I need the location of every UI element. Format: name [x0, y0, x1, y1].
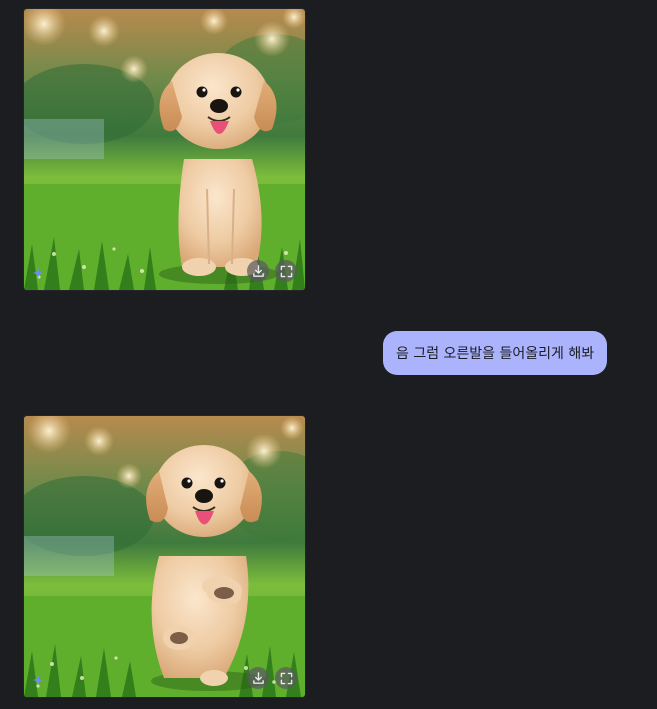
- generated-image-2[interactable]: [24, 416, 305, 697]
- download-button[interactable]: [247, 667, 269, 689]
- fullscreen-icon: [280, 672, 292, 684]
- fullscreen-button[interactable]: [275, 667, 297, 689]
- ai-badge-icon: [33, 268, 43, 278]
- puppy-sitting-image: [24, 9, 305, 290]
- ai-badge-icon: [33, 675, 43, 685]
- fullscreen-icon: [280, 265, 292, 277]
- fullscreen-button[interactable]: [275, 260, 297, 282]
- generated-image-1[interactable]: [24, 9, 305, 290]
- puppy-raised-paw-image: [24, 416, 305, 697]
- user-message-text: 음 그럼 오른발을 들어올리게 해봐: [396, 346, 595, 362]
- download-button[interactable]: [247, 260, 269, 282]
- user-message-bubble: 음 그럼 오른발을 들어올리게 해봐: [383, 331, 608, 375]
- download-icon: [252, 671, 264, 684]
- download-icon: [252, 264, 264, 277]
